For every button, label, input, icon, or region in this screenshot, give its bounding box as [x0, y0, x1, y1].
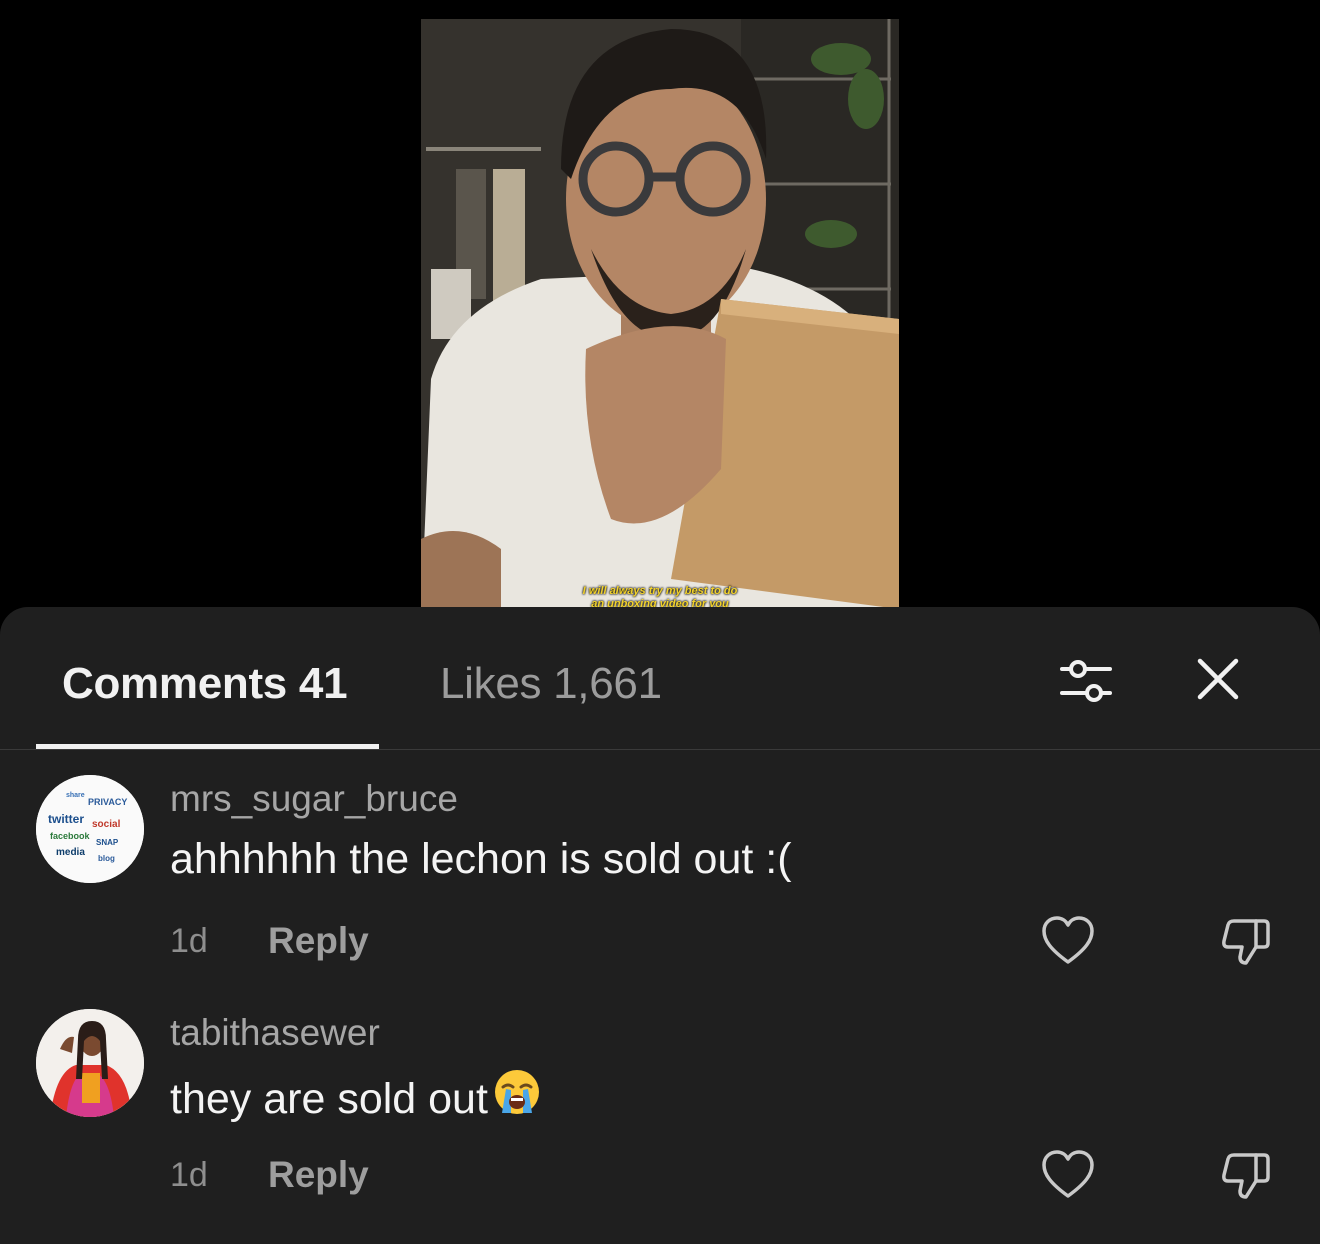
- comment-item: tabithasewer they are sold out 1d Reply: [0, 1009, 1320, 1239]
- heart-icon: [1042, 916, 1094, 964]
- person-photo-avatar[interactable]: [36, 1009, 144, 1117]
- dislike-button[interactable]: [1218, 913, 1274, 969]
- svg-text:twitter: twitter: [48, 812, 84, 826]
- comment-username[interactable]: mrs_sugar_bruce: [170, 777, 458, 821]
- comments-sheet: Comments 41 Likes 1,661 PRIVACY twitter …: [0, 607, 1320, 1244]
- comment-username[interactable]: tabithasewer: [170, 1011, 380, 1055]
- word-cloud-avatar[interactable]: PRIVACY twitter social facebook SNAP med…: [36, 775, 144, 883]
- comment-timestamp: 1d: [170, 922, 208, 960]
- comment-timestamp: 1d: [170, 1156, 208, 1194]
- comment-text: ahhhhhh the lechon is sold out :(: [170, 835, 792, 883]
- svg-text:media: media: [56, 847, 85, 858]
- comment-item: PRIVACY twitter social facebook SNAP med…: [0, 775, 1320, 1005]
- comment-text: they are sold out: [170, 1067, 542, 1129]
- heart-icon: [1042, 1150, 1094, 1198]
- loudly-crying-face-emoji: [492, 1067, 542, 1129]
- comment-text-content: they are sold out: [170, 1075, 488, 1123]
- thumbs-down-icon: [1222, 1153, 1270, 1199]
- svg-text:share: share: [66, 792, 85, 799]
- reply-button[interactable]: Reply: [268, 919, 369, 963]
- thumbs-down-icon: [1222, 919, 1270, 965]
- tab-comments[interactable]: Comments 41: [62, 659, 348, 709]
- svg-text:blog: blog: [98, 854, 115, 863]
- video-caption-line-1: I will always try my best to do: [582, 585, 738, 597]
- svg-text:social: social: [92, 819, 121, 830]
- reply-button[interactable]: Reply: [268, 1153, 369, 1197]
- video-player[interactable]: I will always try my best to do an unbox…: [421, 19, 899, 619]
- sliders-icon: [1060, 660, 1112, 702]
- like-button[interactable]: [1040, 915, 1096, 967]
- close-icon: [1197, 658, 1239, 700]
- svg-text:facebook: facebook: [50, 831, 91, 841]
- svg-text:PRIVACY: PRIVACY: [88, 797, 127, 807]
- filter-button[interactable]: [1058, 655, 1114, 707]
- close-button[interactable]: [1194, 655, 1242, 703]
- like-button[interactable]: [1040, 1149, 1096, 1201]
- tabs-divider: [0, 749, 1320, 750]
- video-frame-illustration: [421, 19, 899, 619]
- tab-likes[interactable]: Likes 1,661: [440, 659, 662, 709]
- dislike-button[interactable]: [1218, 1147, 1274, 1203]
- svg-text:SNAP: SNAP: [96, 838, 119, 847]
